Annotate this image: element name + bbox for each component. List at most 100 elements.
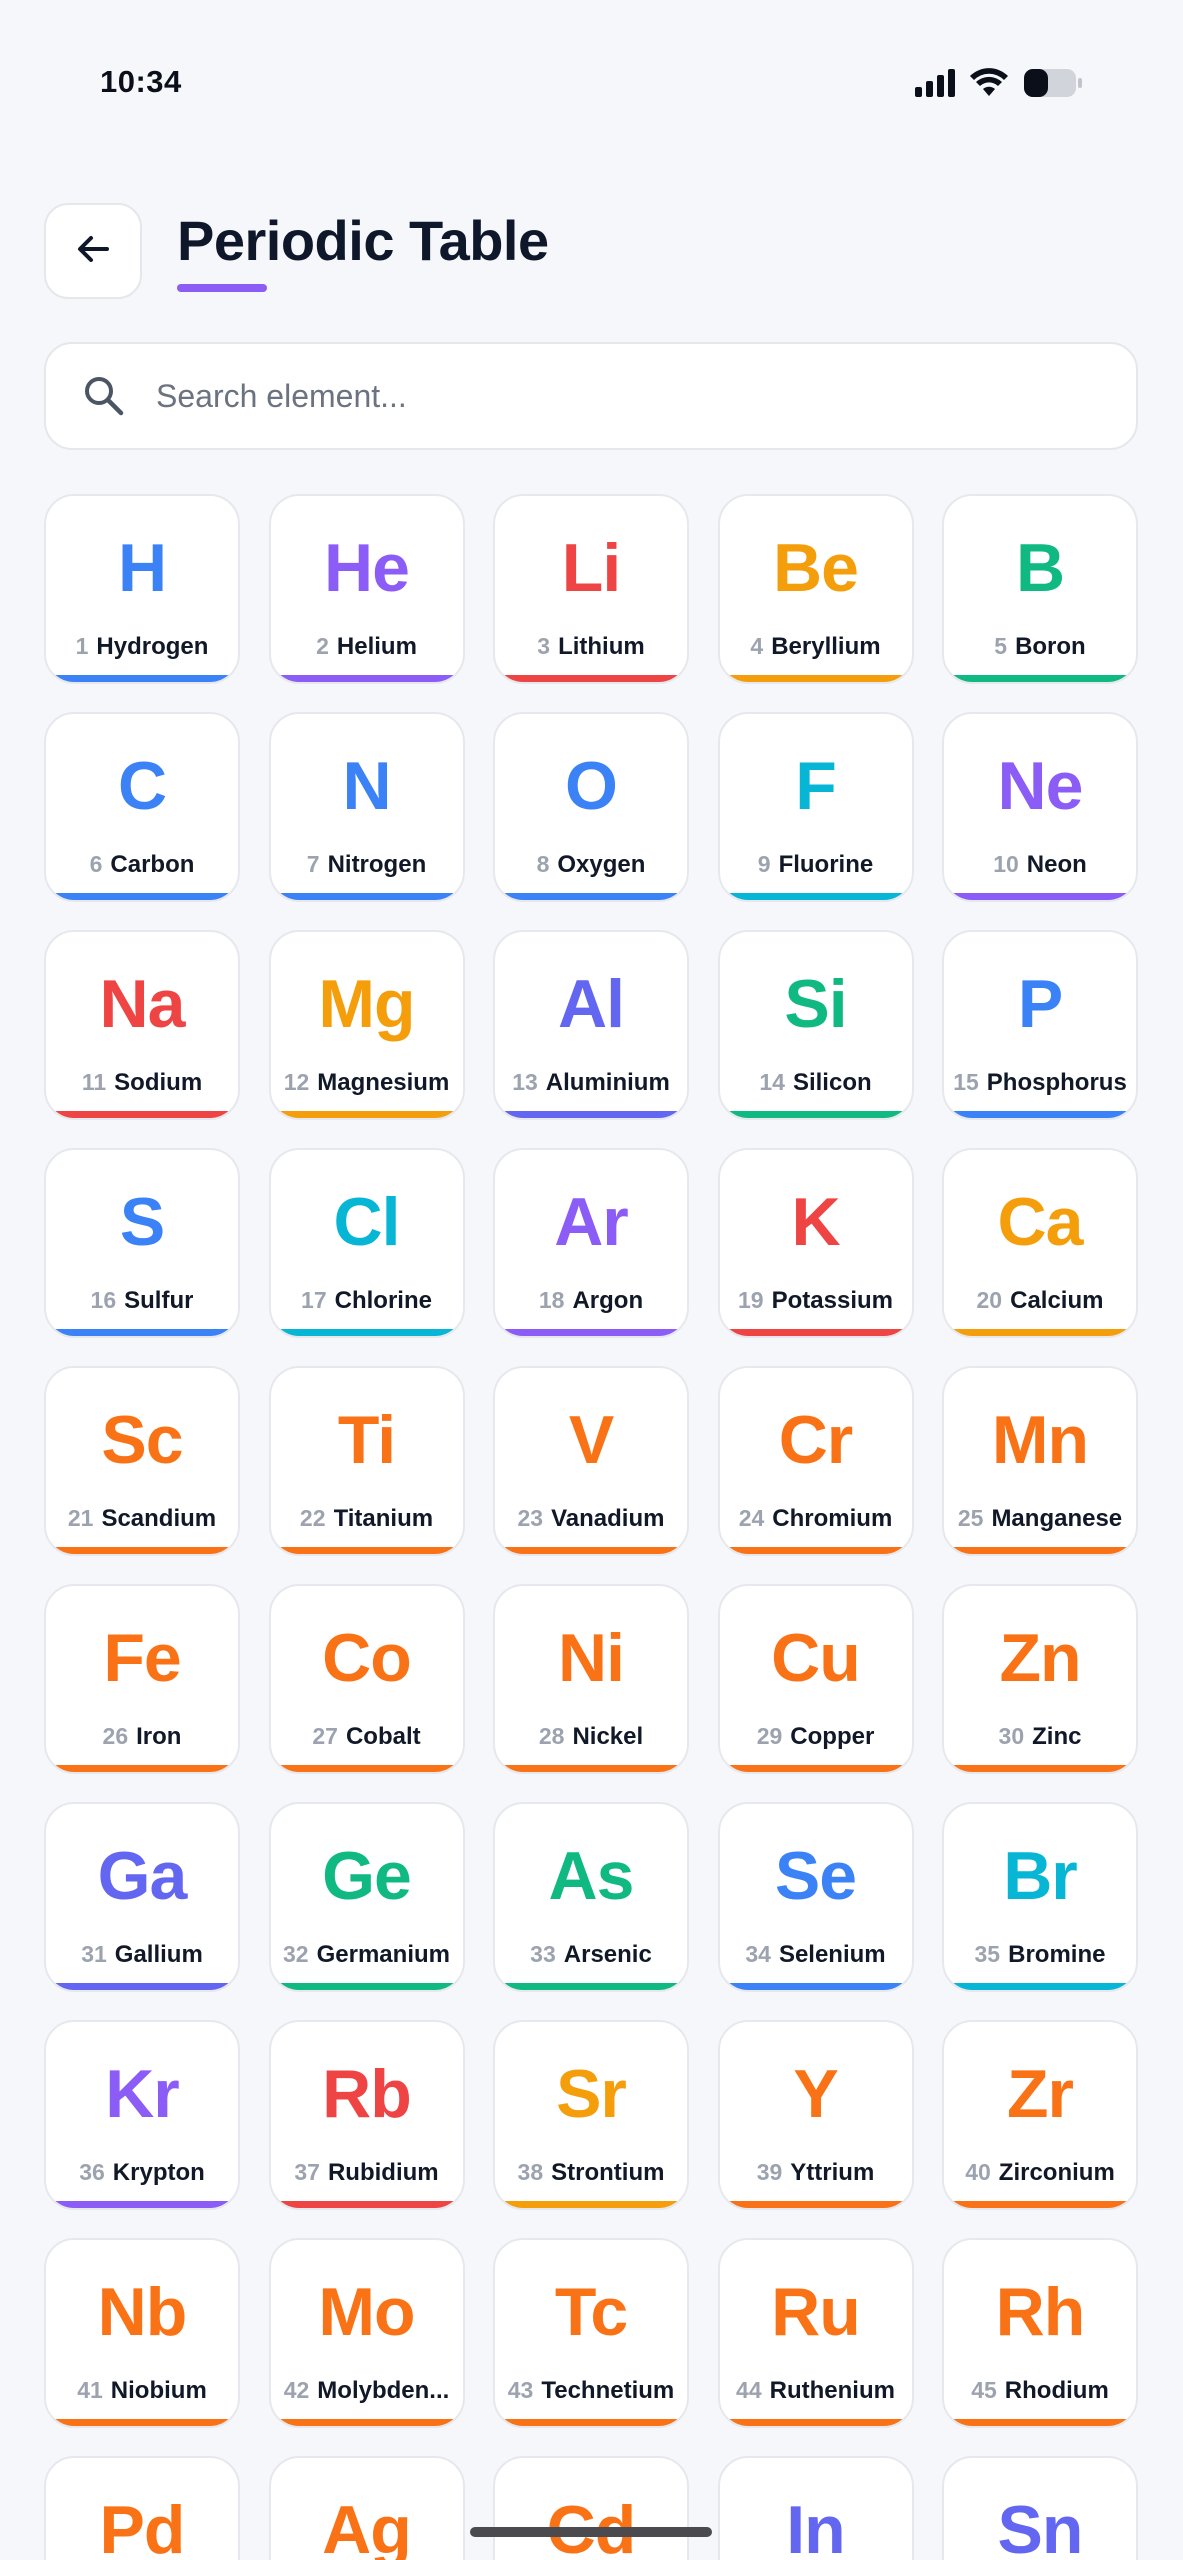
- element-tile[interactable]: B 5 Boron: [942, 494, 1138, 684]
- element-symbol: Zn: [999, 1620, 1081, 1696]
- element-tile[interactable]: Pd: [44, 2456, 240, 2560]
- element-tile[interactable]: Se 34 Selenium: [717, 1802, 914, 1992]
- element-tile[interactable]: He 2 Helium: [268, 494, 465, 684]
- element-symbol: F: [795, 748, 837, 824]
- search-input[interactable]: [156, 364, 1116, 428]
- element-name: Nitrogen: [327, 851, 427, 878]
- element-tile[interactable]: Cr 24 Chromium: [717, 1366, 914, 1556]
- element-tile[interactable]: Br 35 Bromine: [942, 1802, 1138, 1992]
- element-tile[interactable]: S 16 Sulfur: [44, 1148, 240, 1338]
- element-name: Chlorine: [334, 1287, 432, 1314]
- element-name: Krypton: [112, 2159, 205, 2186]
- element-number: 8: [536, 851, 550, 877]
- element-tile[interactable]: Ni 28 Nickel: [493, 1584, 689, 1774]
- element-tile[interactable]: N 7 Nitrogen: [268, 712, 465, 902]
- element-meta: 45 Rhodium: [950, 2377, 1130, 2405]
- element-tile[interactable]: Si 14 Silicon: [717, 930, 914, 1120]
- element-meta: 44 Ruthenium: [726, 2377, 906, 2405]
- back-button[interactable]: [44, 203, 142, 299]
- element-tile[interactable]: P 15 Phosphorus: [942, 930, 1138, 1120]
- element-meta: 35 Bromine: [950, 1941, 1130, 1969]
- element-tile[interactable]: Cl 17 Chlorine: [268, 1148, 465, 1338]
- element-meta: 17 Chlorine: [277, 1287, 457, 1315]
- element-tile[interactable]: Sr 38 Strontium: [493, 2020, 689, 2210]
- element-meta: 24 Chromium: [726, 1505, 906, 1533]
- element-tile[interactable]: C 6 Carbon: [44, 712, 240, 902]
- element-tile[interactable]: Nb 41 Niobium: [44, 2238, 240, 2428]
- element-meta: 38 Strontium: [501, 2159, 681, 2187]
- element-number: 14: [759, 1069, 785, 1095]
- element-tile[interactable]: F 9 Fluorine: [717, 712, 914, 902]
- element-tile[interactable]: Sc 21 Scandium: [44, 1366, 240, 1556]
- search-box[interactable]: [44, 342, 1138, 450]
- element-name: Niobium: [110, 2377, 207, 2404]
- element-meta: 14 Silicon: [726, 1069, 906, 1097]
- element-tile[interactable]: Fe 26 Iron: [44, 1584, 240, 1774]
- element-tile[interactable]: Mo 42 Molybden...: [268, 2238, 465, 2428]
- element-tile[interactable]: Ar 18 Argon: [493, 1148, 689, 1338]
- element-name: Lithium: [558, 633, 645, 660]
- element-tile[interactable]: Rh 45 Rhodium: [942, 2238, 1138, 2428]
- element-name: Bromine: [1008, 1941, 1106, 1968]
- element-meta: 40 Zirconium: [950, 2159, 1130, 2187]
- element-tile[interactable]: Cu 29 Copper: [717, 1584, 914, 1774]
- element-symbol: Sc: [101, 1402, 183, 1478]
- element-number: 28: [538, 1723, 565, 1749]
- element-name: Aluminium: [545, 1069, 670, 1096]
- element-tile[interactable]: O 8 Oxygen: [493, 712, 689, 902]
- element-name: Manganese: [991, 1505, 1123, 1532]
- element-symbol: Ni: [558, 1620, 625, 1696]
- element-tile[interactable]: K 19 Potassium: [717, 1148, 914, 1338]
- element-tile[interactable]: As 33 Arsenic: [493, 1802, 689, 1992]
- element-tile[interactable]: In: [717, 2456, 914, 2560]
- title-underline: [177, 284, 267, 292]
- element-tile[interactable]: Cd: [493, 2456, 689, 2560]
- element-tile[interactable]: Y 39 Yttrium: [717, 2020, 914, 2210]
- element-tile[interactable]: Ca 20 Calcium: [942, 1148, 1138, 1338]
- element-tile[interactable]: Zr 40 Zirconium: [942, 2020, 1138, 2210]
- element-tile[interactable]: Sn: [942, 2456, 1138, 2560]
- element-name: Boron: [1015, 633, 1086, 660]
- element-tile[interactable]: Na 11 Sodium: [44, 930, 240, 1120]
- element-tile[interactable]: Ru 44 Ruthenium: [717, 2238, 914, 2428]
- element-symbol: Rb: [322, 2056, 412, 2132]
- element-tile[interactable]: Kr 36 Krypton: [44, 2020, 240, 2210]
- element-tile[interactable]: Be 4 Beryllium: [717, 494, 914, 684]
- element-symbol: Ga: [97, 1838, 188, 1914]
- element-tile[interactable]: Ag: [268, 2456, 465, 2560]
- element-tile[interactable]: Ga 31 Gallium: [44, 1802, 240, 1992]
- element-number: 5: [994, 633, 1008, 659]
- element-symbol: Sr: [556, 2056, 627, 2132]
- element-symbol: S: [119, 1184, 165, 1260]
- element-tile[interactable]: Li 3 Lithium: [493, 494, 689, 684]
- element-tile[interactable]: Ge 32 Germanium: [268, 1802, 465, 1992]
- element-number: 11: [81, 1069, 107, 1095]
- element-name: Sodium: [114, 1069, 203, 1096]
- element-symbol: Br: [1003, 1838, 1078, 1914]
- element-symbol: Ru: [771, 2274, 861, 2350]
- element-number: 30: [998, 1723, 1025, 1749]
- element-tile[interactable]: Mn 25 Manganese: [942, 1366, 1138, 1556]
- element-tile[interactable]: Ne 10 Neon: [942, 712, 1138, 902]
- element-symbol: Rh: [995, 2274, 1086, 2350]
- element-meta: 23 Vanadium: [501, 1505, 681, 1533]
- element-tile[interactable]: Rb 37 Rubidium: [268, 2020, 465, 2210]
- element-symbol: Ge: [322, 1838, 412, 1914]
- element-tile[interactable]: Ti 22 Titanium: [268, 1366, 465, 1556]
- element-symbol: Si: [784, 966, 847, 1042]
- element-name: Arsenic: [563, 1941, 652, 1968]
- element-tile[interactable]: Tc 43 Technetium: [493, 2238, 689, 2428]
- element-tile[interactable]: V 23 Vanadium: [493, 1366, 689, 1556]
- element-tile[interactable]: H 1 Hydrogen: [44, 494, 240, 684]
- element-meta: 26 Iron: [52, 1723, 232, 1751]
- element-tile[interactable]: Zn 30 Zinc: [942, 1584, 1138, 1774]
- element-name: Cobalt: [345, 1723, 421, 1750]
- element-tile[interactable]: Mg 12 Magnesium: [268, 930, 465, 1120]
- element-tile[interactable]: Co 27 Cobalt: [268, 1584, 465, 1774]
- element-symbol: Pd: [99, 2492, 186, 2560]
- status-icons: [915, 68, 1083, 98]
- home-indicator[interactable]: [470, 2527, 712, 2537]
- element-name: Argon: [572, 1287, 644, 1314]
- element-name: Calcium: [1010, 1287, 1104, 1314]
- element-tile[interactable]: Al 13 Aluminium: [493, 930, 689, 1120]
